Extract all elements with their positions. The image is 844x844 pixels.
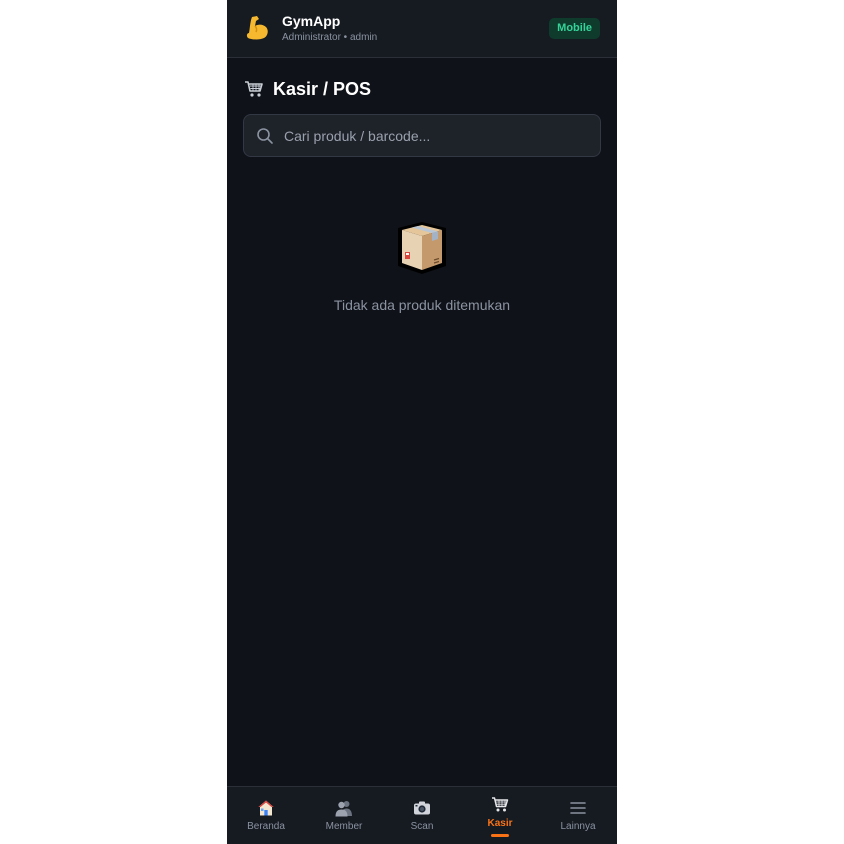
nav-item-kasir[interactable]: Kasir (461, 787, 539, 844)
bottom-nav: Beranda Member Scan Kasir Lainnya (227, 786, 617, 844)
search-icon (257, 128, 273, 144)
empty-state-message: Tidak ada produk ditemukan (333, 297, 511, 313)
search-input[interactable] (284, 115, 590, 156)
nav-label: Scan (410, 821, 434, 832)
nav-item-lainnya[interactable]: Lainnya (539, 787, 617, 844)
flexed-biceps-icon (246, 16, 268, 40)
people-icon (335, 801, 352, 817)
brand: GymApp Administrator • admin (282, 13, 377, 45)
menu-icon (570, 802, 586, 814)
nav-label: Lainnya (560, 821, 596, 832)
mode-badge: Mobile (549, 18, 600, 39)
app-name: GymApp (282, 13, 341, 29)
nav-label: Beranda (247, 821, 285, 832)
active-tab-indicator (491, 834, 509, 837)
search-box (243, 114, 601, 157)
package-box-icon (398, 222, 446, 274)
app-screen: GymApp Administrator • admin Mobile Kasi… (227, 0, 617, 844)
nav-label: Kasir (487, 818, 513, 829)
app-header: GymApp Administrator • admin Mobile (227, 0, 617, 58)
camera-icon (414, 801, 430, 815)
user-role: Administrator • admin (282, 32, 378, 43)
house-icon (258, 800, 274, 816)
nav-label: Member (325, 821, 363, 832)
shopping-cart-icon (245, 81, 263, 97)
shopping-cart-icon (492, 797, 509, 812)
nav-item-beranda[interactable]: Beranda (227, 787, 305, 844)
page-title: Kasir / POS (273, 79, 372, 99)
nav-item-member[interactable]: Member (305, 787, 383, 844)
nav-item-scan[interactable]: Scan (383, 787, 461, 844)
